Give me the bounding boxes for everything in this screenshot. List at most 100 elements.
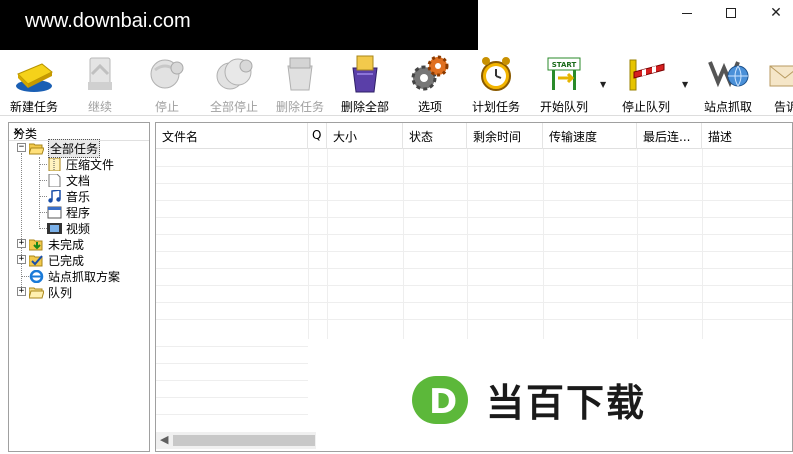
maximize-button[interactable] [708, 0, 754, 26]
tree-connector [39, 180, 47, 181]
tree-connector [39, 212, 47, 213]
tree-item-finished[interactable]: 已完成 [28, 252, 85, 268]
stop-queue-button[interactable]: 停止队列 [616, 50, 676, 116]
banner-text: www.downbai.com [25, 10, 191, 32]
video-icon [47, 222, 62, 235]
grid-line [156, 268, 792, 269]
close-button[interactable]: ✕ [753, 0, 793, 26]
stop-queue-dropdown[interactable]: ▼ [680, 50, 692, 116]
delete-all-button[interactable]: 删除全部 [336, 50, 394, 116]
tree-item-label: 音乐 [66, 189, 91, 204]
stop-label: 停止 [154, 100, 179, 114]
tell-friend-icon [766, 52, 793, 96]
watermark-logo: D 当百下载 [412, 372, 646, 427]
column-header-description[interactable]: 描述 [702, 123, 792, 149]
start-sign-text: START [552, 61, 577, 69]
new-task-button[interactable]: 新建任务 [6, 50, 62, 116]
grid-line [156, 414, 308, 415]
tell-friend-label: 告诉 [773, 100, 793, 114]
queue-folder-icon [28, 286, 45, 299]
tree-item-label: 文档 [66, 173, 91, 188]
maximize-icon [726, 8, 736, 18]
resume-icon [78, 52, 122, 96]
tree-item-music[interactable]: 音乐 [47, 188, 90, 204]
expand-toggle[interactable]: + [17, 255, 26, 264]
grid-line [156, 285, 792, 286]
stop-all-icon [212, 52, 256, 96]
tree-item-programs[interactable]: 程序 [47, 204, 90, 220]
expand-toggle[interactable]: + [17, 239, 26, 248]
column-header-last-connection[interactable]: 最后连... [637, 123, 702, 149]
delete-task-label: 删除任务 [275, 100, 324, 114]
tree-item-all-tasks[interactable]: 全部任务 [28, 138, 101, 158]
resume-label: 继续 [87, 100, 112, 114]
chevron-down-icon: ▼ [600, 80, 607, 89]
grid-line [156, 234, 792, 235]
expand-toggle[interactable]: + [17, 287, 26, 296]
grid-line [156, 319, 792, 320]
delete-task-icon [278, 52, 322, 96]
grid-line [156, 302, 792, 303]
minimize-button[interactable] [664, 0, 710, 26]
tree-item-label: 已完成 [48, 253, 85, 268]
delete-task-button[interactable]: 删除任务 [271, 50, 329, 116]
sidebar-close-button[interactable]: ✕ [13, 125, 145, 139]
tree-item-unfinished[interactable]: 未完成 [28, 236, 84, 252]
column-header-filename[interactable]: 文件名 [156, 123, 308, 149]
new-task-label: 新建任务 [9, 100, 58, 114]
scrollbar-thumb[interactable] [173, 435, 315, 446]
tree-item-label: 程序 [66, 205, 91, 220]
options-label: 选项 [417, 100, 442, 114]
column-header-status[interactable]: 状态 [403, 123, 467, 149]
column-header-time-left[interactable]: 剩余时间 [467, 123, 543, 149]
tree-item-site-grabber[interactable]: 站点抓取方案 [29, 268, 120, 284]
start-queue-dropdown[interactable]: ▼ [598, 50, 610, 116]
start-queue-button[interactable]: START 开始队列 [534, 50, 594, 116]
tree-item-queue[interactable]: 队列 [28, 284, 72, 300]
grid-line [156, 166, 792, 167]
logo-letter: D [429, 381, 458, 422]
grid-line [156, 251, 792, 252]
schedule-button[interactable]: 计划任务 [468, 50, 524, 116]
new-task-icon [12, 52, 56, 96]
tree-connector [21, 153, 22, 293]
gear-icon [408, 52, 452, 96]
tree-item-compressed[interactable]: 压缩文件 [47, 156, 114, 172]
toolbar: 新建任务 继续 停止 全部停止 删除任务 删除全部 选项 计划任务 START … [0, 50, 793, 116]
schedule-label: 计划任务 [471, 100, 520, 114]
tree-connector [39, 228, 47, 229]
tree-item-documents[interactable]: 文档 [47, 172, 90, 188]
tree-item-label: 视频 [66, 221, 91, 236]
stop-button[interactable]: 停止 [139, 50, 195, 116]
grid-line [156, 217, 792, 218]
column-header-speed[interactable]: 传输速度 [543, 123, 637, 149]
logo-text: 当百下载 [486, 381, 647, 425]
column-header-size[interactable]: 大小 [327, 123, 403, 149]
music-icon [47, 188, 62, 203]
program-icon [47, 206, 62, 219]
grid-line [156, 397, 308, 398]
tree-item-label: 站点抓取方案 [48, 269, 121, 284]
tree-connector [21, 276, 29, 277]
tell-friend-button[interactable]: 告诉 [766, 50, 793, 116]
grid-line [327, 149, 328, 339]
collapse-toggle[interactable]: − [17, 143, 26, 152]
tree-connector [39, 164, 47, 165]
site-grabber-button[interactable]: 站点抓取 [698, 50, 758, 116]
resume-button[interactable]: 继续 [72, 50, 128, 116]
logo-badge: D [412, 375, 468, 424]
watermark-banner: www.downbai.com [0, 0, 478, 50]
site-grabber-icon [706, 52, 750, 96]
grid-line [156, 363, 308, 364]
options-button[interactable]: 选项 [404, 50, 456, 116]
stop-icon [145, 52, 189, 96]
scroll-left-icon[interactable]: ◀ [160, 433, 168, 446]
stop-all-button[interactable]: 全部停止 [204, 50, 264, 116]
tree-item-video[interactable]: 视频 [47, 220, 90, 236]
grid-line [156, 380, 308, 381]
horizontal-scrollbar[interactable]: ◀ [156, 432, 316, 449]
column-header-q[interactable]: Q [308, 123, 327, 149]
folder-open-icon [28, 142, 45, 155]
grid-line [637, 149, 638, 339]
table-header: 文件名 Q 大小 状态 剩余时间 传输速度 最后连... 描述 [156, 123, 792, 149]
